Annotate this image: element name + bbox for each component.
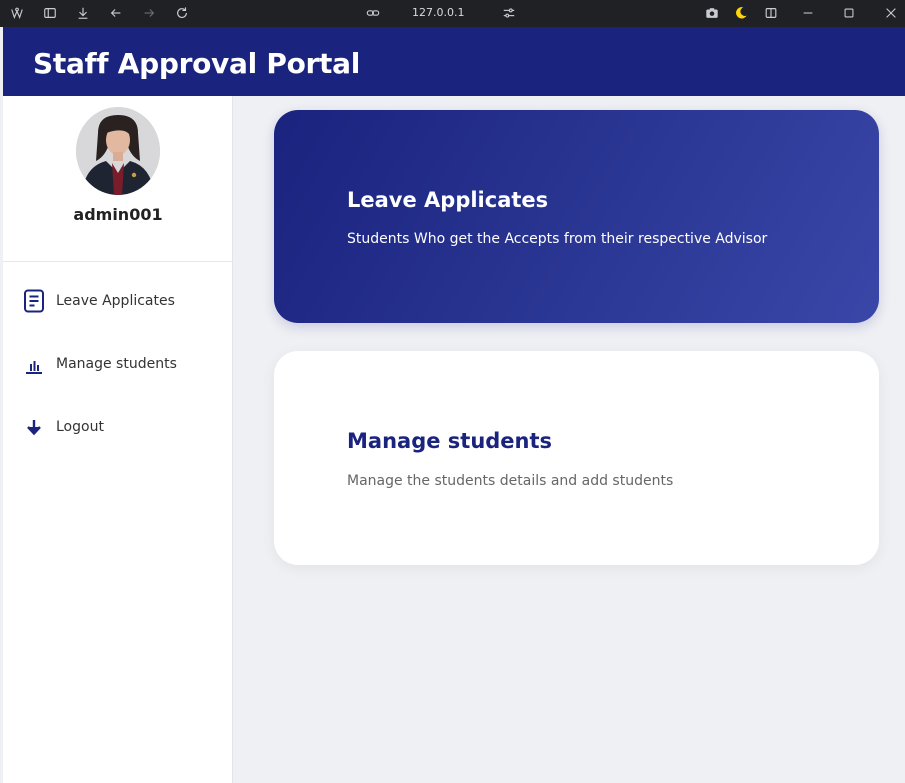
sidebar-toggle-icon[interactable]: [41, 5, 59, 21]
bar-chart-icon: [23, 352, 45, 376]
username: admin001: [73, 205, 163, 224]
reload-icon[interactable]: [173, 5, 191, 21]
url-text[interactable]: 127.0.0.1: [412, 6, 464, 19]
app-header: Staff Approval Portal: [3, 27, 905, 96]
card-description: Students Who get the Accepts from their …: [347, 231, 768, 247]
moon-icon[interactable]: [732, 5, 750, 21]
card-title: Leave Applicates: [347, 188, 549, 212]
card-title: Manage students: [347, 429, 553, 453]
document-icon: [23, 289, 45, 313]
forward-arrow-icon[interactable]: [140, 5, 158, 21]
arrow-down-icon: [23, 415, 45, 439]
sidebar-item-label: Logout: [56, 419, 104, 435]
camera-icon[interactable]: [703, 5, 721, 21]
sidebar-item-manage-students[interactable]: Manage students: [3, 344, 233, 384]
split-view-icon[interactable]: [762, 5, 780, 21]
sidebar-divider: [3, 261, 233, 262]
link-icon[interactable]: [364, 5, 382, 21]
tune-icon[interactable]: [500, 5, 518, 21]
sidebar-item-logout[interactable]: Logout: [3, 407, 233, 447]
back-arrow-icon[interactable]: [107, 5, 125, 21]
minimize-icon[interactable]: [799, 5, 817, 21]
sidebar-item-label: Manage students: [56, 356, 177, 372]
download-icon[interactable]: [74, 5, 92, 21]
maximize-icon[interactable]: [840, 5, 858, 21]
app-logo-icon[interactable]: [8, 5, 26, 21]
leave-applicates-card[interactable]: Leave Applicates Students Who get the Ac…: [274, 110, 879, 323]
avatar[interactable]: [76, 107, 160, 195]
sidebar: admin001 Leave Applicates Manage student…: [3, 96, 233, 783]
manage-students-card[interactable]: Manage students Manage the students deta…: [274, 351, 879, 565]
close-icon[interactable]: [882, 5, 900, 21]
card-description: Manage the students details and add stud…: [347, 473, 674, 489]
page-title: Staff Approval Portal: [33, 47, 360, 80]
sidebar-item-leave-applicates[interactable]: Leave Applicates: [3, 281, 233, 321]
sidebar-item-label: Leave Applicates: [56, 293, 175, 309]
browser-toolbar: 127.0.0.1: [0, 0, 905, 27]
